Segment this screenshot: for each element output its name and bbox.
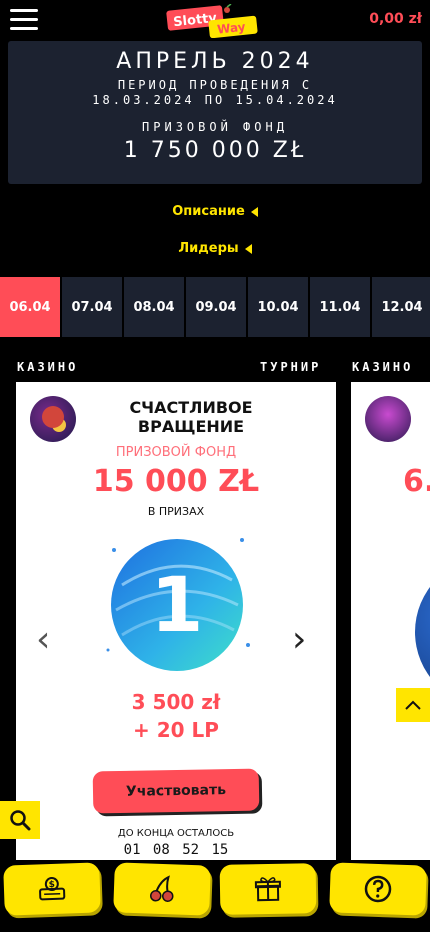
- tournament-card[interactable]: СЧАСТЛИВОЕ ВРАЩЕНИЕ ПРИЗОВОЙ ФОНД 15 000…: [16, 382, 336, 860]
- nav-bonuses-button[interactable]: [219, 863, 317, 915]
- search-icon: [10, 810, 31, 831]
- gift-icon: [254, 877, 281, 902]
- tournament-card-next[interactable]: 6.: [351, 382, 430, 860]
- prize-fund-value: 15 000 ZŁ: [92, 464, 260, 499]
- svg-text:$: $: [49, 880, 56, 890]
- bottom-nav: $: [0, 860, 430, 932]
- reward-points: + 20 LP: [133, 718, 219, 742]
- card-type-label: ТУРНИР: [260, 360, 322, 374]
- nav-cashier-button[interactable]: $: [3, 862, 101, 916]
- chevron-right-icon[interactable]: ›: [292, 622, 306, 658]
- card2-category-label: КАЗИНО: [352, 360, 414, 374]
- hamburger-icon[interactable]: [10, 9, 38, 31]
- prize-fund-value-partial: 6.: [403, 464, 430, 499]
- description-link[interactable]: Описание: [0, 204, 430, 219]
- banner-period-line2: 18.03.2024 ПО 15.04.2024: [92, 93, 338, 107]
- banner-month: АПРЕЛЬ 2024: [116, 49, 314, 74]
- date-tab[interactable]: 09.04: [186, 277, 246, 337]
- game-thumbnail: [30, 396, 76, 442]
- leaders-link[interactable]: Лидеры: [0, 241, 430, 256]
- date-tab[interactable]: 06.04: [0, 277, 60, 337]
- reward-money: 3 500 zł: [131, 690, 221, 714]
- reward: 3 500 zł + 20 LP: [16, 688, 336, 744]
- banner-fund-label: ПРИЗОВОЙ ФОНД: [142, 120, 288, 134]
- place-number: 1: [151, 560, 204, 649]
- date-tab[interactable]: 12.04: [372, 277, 430, 337]
- banner-period-line1: ПЕРИОД ПРОВЕДЕНИЯ С: [117, 78, 313, 92]
- countdown: 01 08 52 15: [123, 842, 229, 858]
- svg-text:Way: Way: [216, 20, 246, 37]
- leaders-link-label: Лидеры: [178, 241, 239, 256]
- balance[interactable]: 0,00 zł: [369, 11, 422, 27]
- cashier-icon: $: [39, 877, 66, 901]
- cherry-icon: [150, 875, 174, 902]
- scroll-up-button[interactable]: [396, 688, 430, 722]
- description-link-label: Описание: [172, 204, 245, 219]
- nav-games-button[interactable]: [113, 862, 211, 916]
- tournament-title: СЧАСТЛИВОЕ ВРАЩЕНИЕ: [129, 398, 253, 436]
- date-tabs: 06.04 07.04 08.04 09.04 10.04 11.04 12.0…: [0, 277, 430, 337]
- date-tab[interactable]: 10.04: [248, 277, 308, 337]
- game-thumbnail: [365, 396, 411, 442]
- prize-fund-label: ПРИЗОВОЙ ФОНД: [115, 445, 237, 460]
- date-tab[interactable]: 07.04: [62, 277, 122, 337]
- chevron-up-icon: [405, 700, 421, 710]
- date-tab[interactable]: 11.04: [310, 277, 370, 337]
- search-button[interactable]: [0, 801, 40, 839]
- banner-fund-value: 1 750 000 ZŁ: [123, 138, 307, 163]
- top-bar: Slotty Way 0,00 zł: [0, 0, 430, 40]
- join-button[interactable]: Участвовать: [92, 768, 260, 814]
- place-ball: 1: [106, 538, 250, 671]
- caret-left-icon: [244, 243, 252, 254]
- card-category-label: КАЗИНО: [17, 360, 79, 374]
- logo[interactable]: Slotty Way: [165, 4, 261, 38]
- tournament-banner: АПРЕЛЬ 2024 ПЕРИОД ПРОВЕДЕНИЯ С 18.03.20…: [8, 41, 422, 184]
- banner-period: ПЕРИОД ПРОВЕДЕНИЯ С 18.03.2024 ПО 15.04.…: [8, 78, 422, 108]
- place-ball: [415, 557, 430, 707]
- time-left-label: ДО КОНЦА ОСТАЛОСЬ: [117, 828, 235, 839]
- date-tab[interactable]: 08.04: [124, 277, 184, 337]
- chevron-left-icon[interactable]: ‹: [36, 622, 50, 658]
- nav-help-button[interactable]: [329, 862, 427, 916]
- in-prizes-label: В ПРИЗАХ: [147, 505, 205, 518]
- help-icon: [364, 875, 392, 903]
- caret-left-icon: [250, 206, 258, 217]
